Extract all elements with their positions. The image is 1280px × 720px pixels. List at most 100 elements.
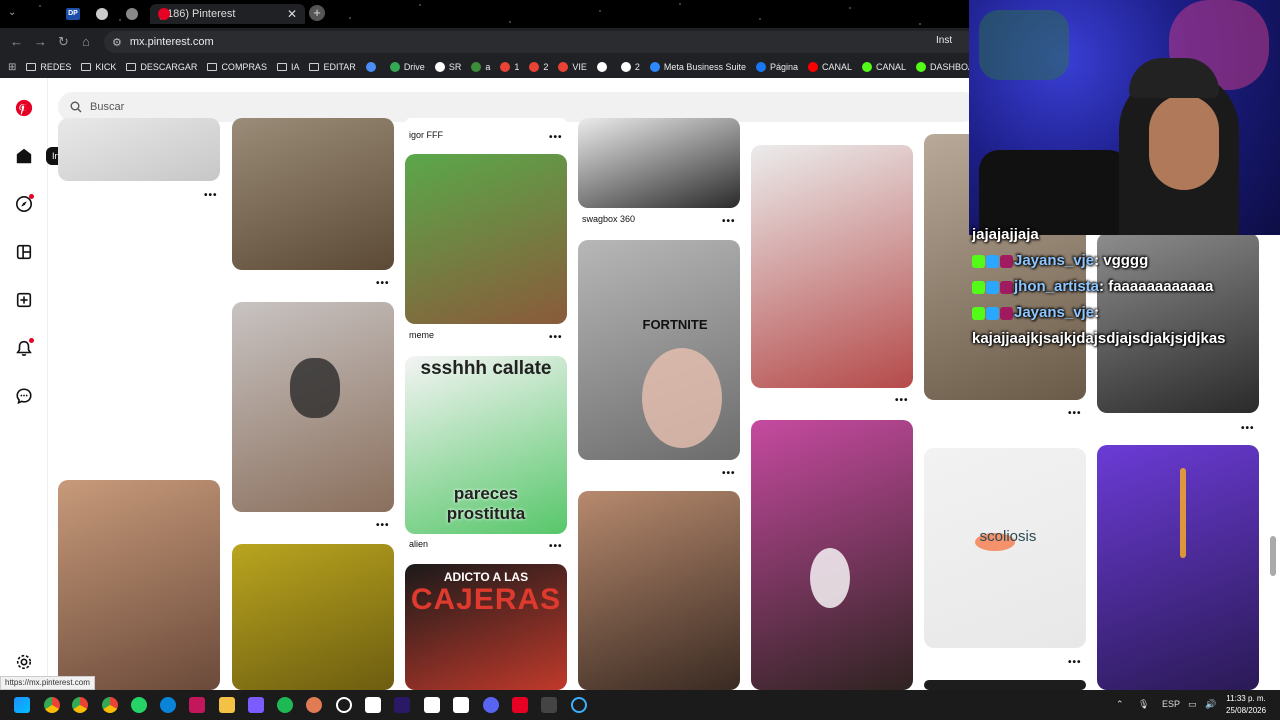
pin-title[interactable]: meme [409,330,434,340]
bookmark-item[interactable]: EDITAR [309,62,356,72]
pin-card[interactable] [232,118,394,270]
bookmark-item[interactable]: 2 [529,62,548,72]
messages-icon[interactable] [14,386,34,406]
system-clock[interactable]: 11:33 p. m. 25/08/2026 [1226,693,1266,717]
chat-badge-icon [1000,280,1013,294]
bookmark-item[interactable]: VIE [558,62,587,72]
bookmark-item[interactable]: COMPRAS [207,62,267,72]
tab-generic-2[interactable] [126,4,138,24]
bookmark-item[interactable] [596,62,611,72]
pin-more-options-icon[interactable]: ••• [549,332,563,343]
edge-icon[interactable] [160,697,176,713]
pin-more-options-icon[interactable]: ••• [1068,657,1082,668]
pin-more-options-icon[interactable]: ••• [1068,408,1082,419]
bookmark-item[interactable]: REDES [26,62,71,72]
file-explorer-icon[interactable] [219,697,235,713]
bookmark-item[interactable]: 1 [500,62,519,72]
premiere-icon[interactable] [394,697,410,713]
pin-card[interactable] [405,118,567,130]
bookmark-label: 1 [514,62,520,72]
page-scrollbar[interactable] [1270,536,1276,576]
tab-pinterest[interactable]: (1186) Pinterest ✕ [150,4,305,24]
pin-more-options-icon[interactable]: ••• [549,541,563,552]
boards-icon[interactable] [14,242,34,262]
pin-more-options-icon[interactable]: ••• [376,278,390,289]
home-icon[interactable] [14,146,34,166]
bookmark-item[interactable]: CANAL [862,62,906,72]
pin-card[interactable] [58,480,220,690]
new-tab-button[interactable]: + [309,5,325,21]
pin-more-options-icon[interactable]: ••• [204,190,218,201]
pin-card[interactable] [578,118,740,208]
notifications-icon[interactable] [14,338,34,358]
chatgpt-icon[interactable] [336,697,352,713]
settings-icon[interactable] [14,652,34,672]
pin-more-options-icon[interactable]: ••• [895,395,909,406]
pin-card[interactable] [232,544,394,690]
chrome-icon[interactable] [44,697,60,713]
search-input[interactable] [90,101,490,113]
microphone-icon[interactable]: 🎙 [1138,699,1149,710]
windows-start-icon[interactable] [14,697,30,713]
pin-card[interactable] [58,118,220,181]
pin-more-options-icon[interactable]: ••• [722,216,736,227]
pin-title[interactable]: alien [409,539,428,549]
pin-title[interactable]: swagbox 360 [582,214,635,224]
pin-title[interactable]: igor FFF [409,130,443,140]
bookmark-item[interactable]: Drive [389,62,425,72]
claude-icon[interactable] [306,697,322,713]
forward-arrow-icon[interactable]: → [34,34,47,49]
capcut-icon[interactable] [453,697,469,713]
pin-more-options-icon[interactable]: ••• [376,520,390,531]
bookmark-item[interactable]: SR [434,62,461,72]
home-button-icon[interactable]: ⌂ [82,34,90,49]
chrome-icon[interactable] [72,697,88,713]
pinterest-logo-icon[interactable] [14,98,34,118]
bookmark-item[interactable]: Página [755,62,798,72]
extension-label[interactable]: Inst [936,35,952,46]
tab-generic-1[interactable] [96,4,108,24]
bookmark-item[interactable]: KICK [81,62,116,72]
voicemeeter-icon[interactable] [189,697,205,713]
app-icon[interactable] [541,697,557,713]
close-tab-icon[interactable]: ✕ [287,7,297,21]
create-icon[interactable] [14,290,34,310]
bookmark-item[interactable]: 2 [620,62,640,72]
pin-card[interactable] [751,145,913,388]
app-x-icon[interactable] [512,697,528,713]
bookmark-item[interactable]: IA [276,62,299,72]
spotify-icon[interactable] [277,697,293,713]
site-info-icon[interactable]: ⚙ [112,36,122,49]
app-c-icon[interactable] [571,697,587,713]
app-grid-icon[interactable] [248,697,264,713]
bookmark-item[interactable] [365,62,380,72]
pin-more-options-icon[interactable]: ••• [1241,423,1255,434]
bookmark-item[interactable]: DESCARGAR [126,62,197,72]
bookmark-item[interactable]: a [471,62,490,72]
reload-icon[interactable]: ↻ [58,34,69,50]
explore-icon[interactable] [14,194,34,214]
back-arrow-icon[interactable]: ← [10,34,23,49]
pin-more-options-icon[interactable]: ••• [549,132,563,143]
capcut-icon[interactable] [424,697,440,713]
network-icon[interactable]: ▭ [1188,699,1197,710]
bookmark-item[interactable]: Meta Business Suite [649,62,746,72]
pin-card[interactable] [1097,445,1259,690]
url-text: mx.pinterest.com [129,36,214,48]
tab-dp[interactable]: DP [66,4,80,24]
pin-card[interactable] [578,491,740,690]
notion-icon[interactable] [365,697,381,713]
whatsapp-icon[interactable] [131,697,147,713]
bookmark-item[interactable]: CANAL [808,62,852,72]
pin-card[interactable] [405,154,567,324]
pin-more-options-icon[interactable]: ••• [722,468,736,479]
tab-search-chevron-icon[interactable]: ⌄ [8,7,16,18]
tray-chevron-icon[interactable]: ⌃ [1116,699,1124,710]
chrome-icon[interactable] [102,697,118,713]
bookmark-label: Página [769,62,798,72]
language-indicator[interactable]: ESP [1162,699,1180,709]
volume-icon[interactable]: 🔊 [1205,699,1216,710]
pin-card[interactable] [924,680,1086,690]
apps-grid-icon[interactable]: ⊞ [8,62,16,73]
discord-icon[interactable] [483,697,499,713]
